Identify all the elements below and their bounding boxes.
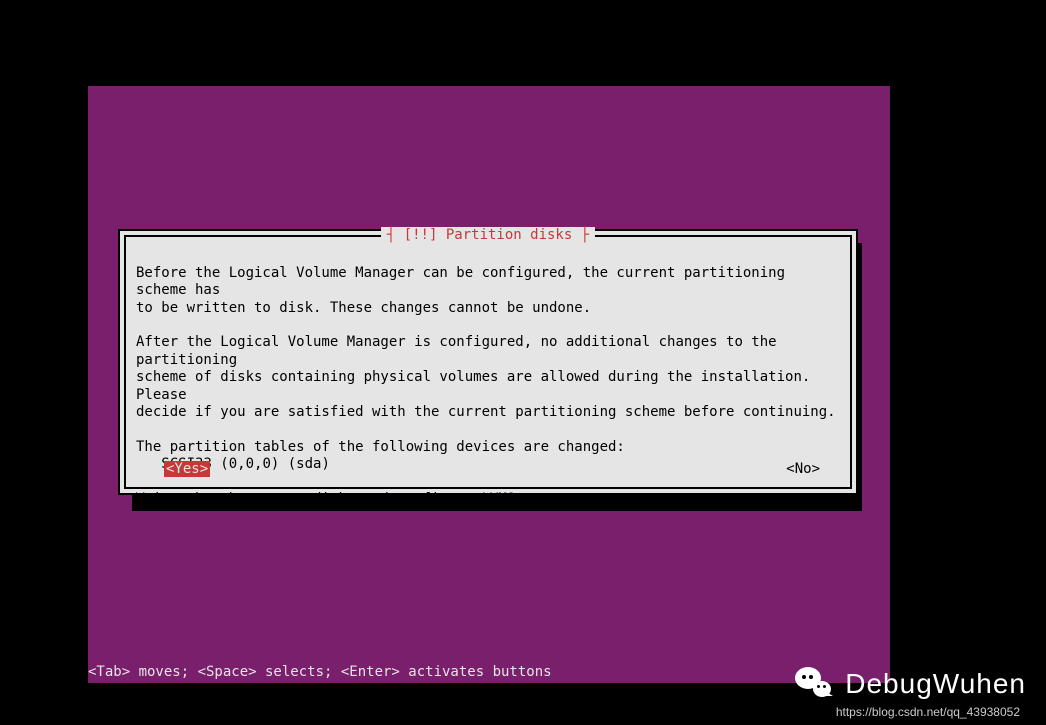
dialog-paragraph2: After the Logical Volume Manager is conf… [136,334,836,419]
wechat-icon [795,667,835,701]
dialog-paragraph1: Before the Logical Volume Manager can be… [136,265,793,316]
yes-button[interactable]: <Yes> [164,461,210,477]
dialog-buttons: <Yes> <No> [126,461,850,477]
no-button[interactable]: <No> [786,461,820,477]
partition-dialog: ┤ [!!] Partition disks ├ Before the Logi… [118,229,858,495]
dialog-inner: ┤ [!!] Partition disks ├ Before the Logi… [124,235,852,489]
dialog-prompt: Write the changes to disks and configure… [136,491,515,507]
watermark-url: https://blog.csdn.net/qq_43938052 [836,705,1020,719]
watermark: DebugWuhen [795,667,1026,701]
navigation-hint: <Tab> moves; <Space> selects; <Enter> ac… [88,664,552,680]
devices-intro: The partition tables of the following de… [136,439,625,455]
watermark-name: DebugWuhen [845,668,1026,700]
